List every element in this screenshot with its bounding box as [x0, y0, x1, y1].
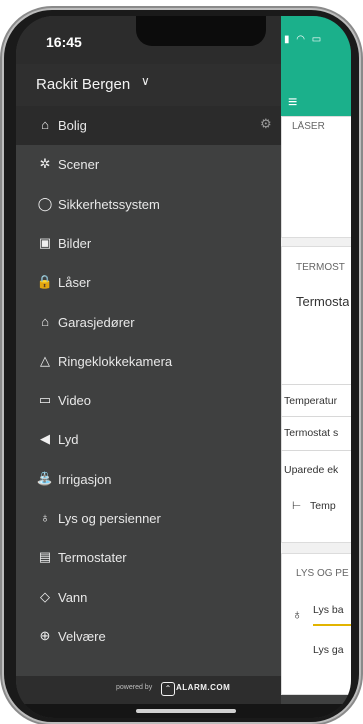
phone-frame: 16:45 ▮ ◠ ▭ ≡ LÅSER TERMOST Termosta Tem…: [4, 10, 359, 722]
garage-icon: ⌂: [41, 314, 49, 329]
sidebar-item-ringeklokkekamera[interactable]: △ Ringeklokkekamera: [16, 342, 281, 381]
alarm-brand-text: ALARM.COM: [176, 683, 231, 692]
sidebar-item-label: Ringeklokkekamera: [58, 354, 173, 369]
light-1-label[interactable]: Lys ba: [313, 604, 344, 616]
unpaired-devices-row[interactable]: Uparede ek: [284, 464, 338, 476]
sidebar-item-sikkerhetssystem[interactable]: ◯ Sikkerhetssystem: [16, 185, 281, 224]
sidebar-item-label: Sikkerhetssystem: [58, 197, 160, 212]
sidebar-item-label: Garasjedører: [58, 315, 135, 330]
temperature-row[interactable]: Temperatur: [284, 395, 337, 407]
status-time: 16:45: [46, 34, 82, 50]
sidebar-item-label: Lys og persienner: [58, 511, 161, 526]
sidebar-item-label: Låser: [58, 275, 91, 290]
sidebar-item-irrigasjon[interactable]: ⛲ Irrigasjon: [16, 460, 281, 499]
sidebar-item-termostater[interactable]: ▤ Termostater: [16, 538, 281, 577]
wellness-icon: ⊕: [39, 628, 51, 643]
sidebar-item-bolig[interactable]: ⌂ Bolig ⚙: [16, 106, 281, 145]
notch: [136, 16, 266, 46]
bulb-icon: ♁: [40, 510, 50, 525]
home-icon: ⌂: [41, 117, 49, 132]
sidebar-item-label: Termostater: [58, 550, 127, 565]
sidebar-item-label: Bilder: [58, 236, 92, 251]
hamburger-menu-icon[interactable]: ≡: [288, 94, 297, 112]
sidebar-item-label: Irrigasjon: [58, 472, 112, 487]
locks-card-title: LÅSER: [292, 121, 325, 132]
thermostat-row[interactable]: Termostat s: [284, 427, 338, 439]
sidebar-item-label: Bolig: [58, 118, 87, 133]
thermostat-name[interactable]: Termosta: [296, 294, 349, 309]
status-icons: ▮ ◠ ▭: [284, 34, 324, 45]
chevron-down-icon: ∨: [141, 74, 150, 88]
sidebar-item-vann[interactable]: ◇ Vann: [16, 578, 281, 617]
temp-sensor-label[interactable]: Temp: [310, 500, 336, 512]
sidebar-item-låser[interactable]: 🔒 Låser: [16, 263, 281, 302]
light-2-label[interactable]: Lys ga: [313, 644, 344, 656]
shield-icon: ◯: [37, 196, 53, 211]
sidebar-item-lys-og-persienner[interactable]: ♁ Lys og persienner: [16, 499, 281, 538]
sidebar-item-label: Vann: [58, 590, 88, 605]
sidebar-item-garasjedører[interactable]: ⌂ Garasjedører: [16, 303, 281, 342]
sidebar-item-label: Scener: [58, 157, 100, 172]
bulb-icon: ♁: [292, 606, 303, 622]
sidebar-item-bilder[interactable]: ▣ Bilder: [16, 224, 281, 263]
sidebar-item-velvære[interactable]: ⊕ Velvære: [16, 617, 281, 656]
thermostat-card-title: TERMOST: [296, 262, 345, 273]
temp-sensor-icon: ⊢: [292, 500, 302, 512]
row-divider: [281, 450, 351, 451]
row-divider: [281, 416, 351, 417]
gear-icon[interactable]: ⚙: [260, 116, 272, 132]
sidebar-item-lyd[interactable]: ◀ Lyd: [16, 420, 281, 459]
account-switcher[interactable]: Rackit Bergen ∨: [16, 64, 281, 106]
alarm-logo-icon: ⌃: [161, 682, 175, 696]
lock-icon: 🔒: [36, 274, 54, 289]
speaker-icon: ◀: [40, 431, 50, 446]
thermostat-icon: ▤: [38, 549, 52, 564]
sidebar-item-label: Velvære: [58, 629, 106, 644]
scenes-icon: ✲: [39, 156, 51, 171]
sidebar-item-label: Video: [58, 393, 92, 408]
video-icon: ▭: [38, 392, 52, 407]
light-1-level-bar: [313, 624, 351, 626]
image-icon: ▣: [38, 235, 52, 250]
powered-by-text: powered by: [116, 684, 153, 691]
sidebar-item-video[interactable]: ▭ Video: [16, 381, 281, 420]
account-name: Rackit Bergen: [36, 76, 131, 93]
row-divider: [281, 384, 351, 385]
sidebar-item-label: Lyd: [58, 432, 79, 447]
bell-icon: △: [40, 353, 50, 368]
phone-screen: 16:45 ▮ ◠ ▭ ≡ LÅSER TERMOST Termosta Tem…: [16, 16, 351, 718]
locks-card[interactable]: LÅSER: [281, 116, 351, 238]
drawer-footer: powered by ⌃ ALARM.COM: [16, 676, 281, 704]
home-indicator[interactable]: [136, 709, 236, 713]
lights-card-title: LYS OG PE: [296, 568, 349, 579]
thermostat-card[interactable]: TERMOST Termosta Temperatur Termostat s …: [281, 246, 351, 543]
sidebar-item-scener[interactable]: ✲ Scener: [16, 145, 281, 184]
lights-card[interactable]: LYS OG PE ♁ Lys ba Lys ga: [281, 553, 351, 695]
sprinkler-icon: ⛲: [36, 471, 54, 486]
water-drop-icon: ◇: [40, 589, 50, 604]
